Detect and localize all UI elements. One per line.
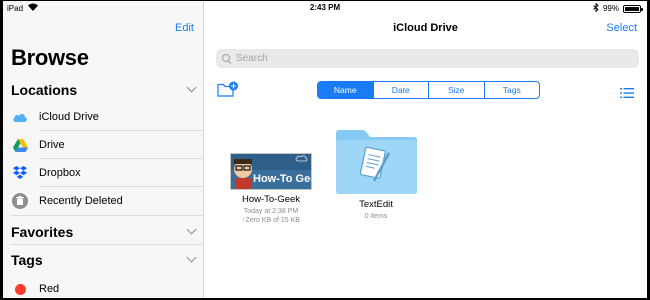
file-date: Today at 2:38 PM <box>243 208 299 215</box>
tab-sort-name[interactable]: Name <box>318 82 373 98</box>
folder-item-count: 0 items <box>364 213 388 220</box>
google-drive-icon <box>12 137 28 153</box>
divider <box>11 215 203 216</box>
sidebar-item-label: Recently Deleted <box>39 195 123 207</box>
search-bar[interactable] <box>216 49 639 68</box>
tab-sort-size[interactable]: Size <box>428 82 484 98</box>
sidebar-item-tag-red[interactable]: Red <box>3 275 203 298</box>
browse-title: Browse <box>11 45 89 70</box>
sidebar-item-icloud-drive[interactable]: iCloud Drive <box>3 103 203 131</box>
battery-icon <box>623 4 643 13</box>
tab-sort-tags[interactable]: Tags <box>483 82 540 98</box>
sidebar-item-label: iCloud Drive <box>39 111 99 123</box>
tab-sort-date[interactable]: Date <box>372 82 429 98</box>
trash-icon <box>12 193 28 209</box>
search-input[interactable] <box>236 53 616 64</box>
sidebar: Edit Browse Locations iCloud Drive Drive… <box>3 1 204 298</box>
tags-heading[interactable]: Tags <box>11 252 43 268</box>
sort-segmented-control: Name Date Size Tags <box>317 81 540 99</box>
thumbnail-text: How-To Geek <box>253 173 311 185</box>
list-view-icon[interactable] <box>620 85 634 98</box>
folder-name: TextEdit <box>359 199 393 210</box>
sidebar-item-label: Drive <box>39 139 65 151</box>
folder-icon <box>334 129 418 195</box>
main-pane: iCloud Drive Select Name Date Size Tags <box>204 1 647 298</box>
sidebar-item-recently-deleted[interactable]: Recently Deleted <box>3 187 203 215</box>
battery-percent: 99% <box>602 4 619 13</box>
page-title: iCloud Drive <box>393 22 458 34</box>
status-bar: iPad 2:43 PM 99% <box>3 1 647 15</box>
bluetooth-icon <box>593 2 599 14</box>
battery-level <box>625 6 639 11</box>
sidebar-item-label: Red <box>39 283 60 295</box>
file-name: How-To-Geek <box>241 194 301 205</box>
favorites-heading[interactable]: Favorites <box>11 224 73 240</box>
status-time: 2:43 PM <box>309 3 341 12</box>
locations-heading[interactable]: Locations <box>11 82 77 98</box>
locations-chevron-icon[interactable] <box>186 82 197 93</box>
favorites-chevron-icon[interactable] <box>186 224 197 235</box>
sidebar-item-dropbox[interactable]: Dropbox <box>3 159 203 187</box>
sidebar-item-drive[interactable]: Drive <box>3 131 203 159</box>
select-button[interactable]: Select <box>606 22 637 34</box>
sidebar-item-label: Dropbox <box>39 167 81 179</box>
file-thumbnail: How-To Geek <box>230 153 312 190</box>
tags-chevron-icon[interactable] <box>186 252 197 263</box>
dropbox-icon <box>12 165 28 181</box>
ipad-screen: Edit Browse Locations iCloud Drive Drive… <box>3 1 647 298</box>
file-upload-status: ↑Zero KB of 15 KB <box>242 217 300 224</box>
folder-item-textedit[interactable]: TextEdit 0 items <box>326 129 426 221</box>
file-item-how-to-geek[interactable]: How-To Geek How-To-Geek Today at 2:38 PM… <box>221 153 321 225</box>
icloud-icon <box>12 109 28 125</box>
edit-button[interactable]: Edit <box>175 22 194 34</box>
divider <box>11 244 203 245</box>
search-icon <box>222 53 232 64</box>
red-tag-dot-icon <box>12 281 28 297</box>
new-folder-icon[interactable] <box>217 81 239 99</box>
